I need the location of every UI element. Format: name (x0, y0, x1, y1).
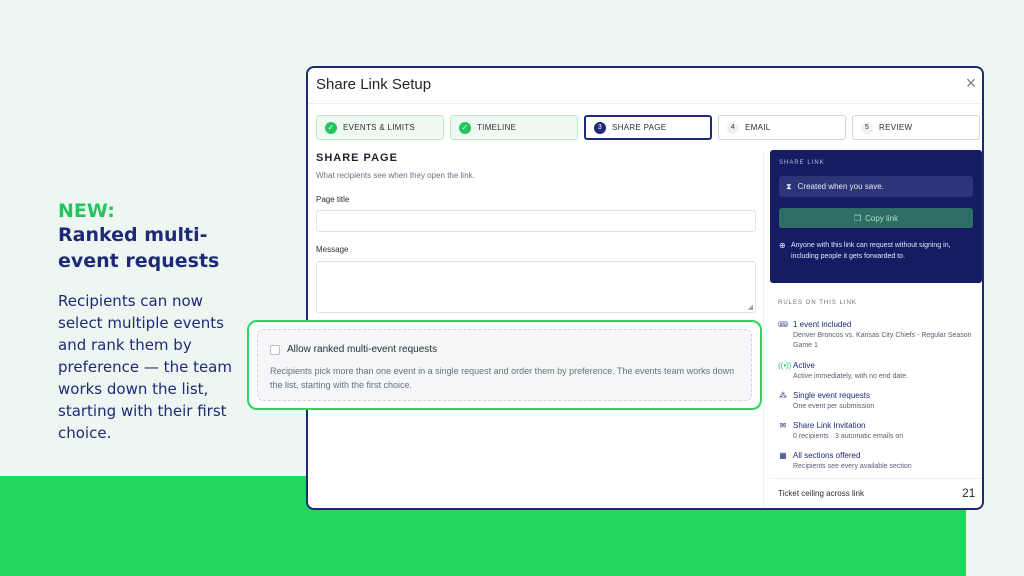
column-divider (763, 150, 764, 508)
ticket-ceiling-value: 21 (962, 486, 976, 500)
step-label: SHARE PAGE (612, 123, 667, 132)
envelope-icon: ✉ (779, 421, 787, 430)
message-label: Message (316, 245, 349, 254)
step-label: EMAIL (745, 123, 771, 132)
step-events-limits[interactable]: ✓ EVENTS & LIMITS (316, 115, 444, 140)
promo-panel: NEW: Ranked multi-event requests Recipie… (58, 200, 248, 444)
page-title-label: Page title (316, 195, 350, 204)
clipboard-icon: ❐ (853, 213, 862, 223)
share-link-note-text: Anyone with this link can request withou… (791, 242, 951, 260)
share-link-status: ⧗ Created when you save. (779, 176, 973, 197)
modal-title: Share Link Setup (316, 76, 432, 93)
share-link-setup-modal: Share Link Setup × ✓ EVENTS & LIMITS ✓ T… (306, 66, 984, 510)
ranked-requests-description: Recipients pick more than one event in a… (270, 366, 735, 390)
step-review[interactable]: 5 REVIEW (852, 115, 980, 140)
step-timeline[interactable]: ✓ TIMELINE (450, 115, 578, 140)
rule-desc: Denver Broncos vs. Kansas City Chiefs - … (793, 332, 972, 349)
step-label: EVENTS & LIMITS (343, 123, 416, 132)
copy-link-button[interactable]: ❐ Copy link (779, 208, 973, 228)
rule-desc: 0 recipients · 3 automatic emails on (793, 433, 904, 440)
rule-title: Single event requests (793, 391, 870, 400)
rule-title: Share Link Invitation (793, 421, 866, 430)
promo-text: Recipients can now select multiple event… (58, 292, 232, 442)
ranked-requests-label[interactable]: Allow ranked multi-event requests (287, 344, 437, 355)
copy-link-label: Copy link (865, 213, 899, 223)
broadcast-icon: ((•)) (778, 361, 792, 370)
page-title-input[interactable] (316, 210, 756, 232)
share-link-card: SHARE LINK ⧗ Created when you save. ❐ Co… (770, 150, 982, 283)
ticket-ceiling-label: Ticket ceiling across link (778, 489, 864, 498)
step-share-page[interactable]: 3 SHARE PAGE (584, 115, 712, 140)
rule-title: All sections offered (793, 451, 861, 460)
rule-desc: Recipients see every available section (793, 463, 912, 470)
rule-title: 1 event included (793, 320, 852, 329)
step-label: REVIEW (879, 123, 913, 132)
close-icon[interactable]: × (962, 74, 980, 92)
rules-title: RULES ON THIS LINK (778, 300, 857, 306)
globe-icon: ⊕ (779, 241, 786, 250)
promo-tag: NEW: (58, 200, 115, 222)
promo-title: Ranked multi-event requests (58, 224, 220, 272)
modal-header: Share Link Setup × (308, 68, 982, 104)
ranked-requests-checkbox[interactable] (270, 345, 280, 355)
rule-desc: One event per submission (793, 403, 875, 410)
stepper: ✓ EVENTS & LIMITS ✓ TIMELINE 3 SHARE PAG… (316, 115, 982, 141)
message-textarea[interactable]: ◢ (316, 261, 756, 313)
step-number: 5 (861, 121, 873, 134)
share-link-title: SHARE LINK (779, 160, 825, 166)
resize-grip-icon[interactable]: ◢ (748, 303, 753, 311)
step-email[interactable]: 4 EMAIL (718, 115, 846, 140)
share-link-status-text: Created when you save. (797, 182, 884, 191)
rule-title: Active (793, 361, 815, 370)
step-number: 4 (727, 121, 739, 134)
section-title: SHARE PAGE (316, 152, 398, 164)
check-circle-icon: ✓ (325, 121, 337, 134)
share-link-note: ⊕ Anyone with this link can request with… (779, 240, 975, 262)
grid-icon: ▦ (779, 451, 787, 460)
step-number: 3 (594, 121, 606, 134)
section-subtitle: What recipients see when they open the l… (316, 171, 475, 180)
ranked-requests-callout: Allow ranked multi-event requests Recipi… (247, 320, 762, 410)
rule-desc: Active immediately, with no end date. (793, 373, 909, 380)
hierarchy-icon: ⁂ (779, 391, 787, 400)
ranked-requests-option: Allow ranked multi-event requests Recipi… (257, 329, 752, 401)
ticket-icon: 🎟 (778, 320, 789, 329)
check-circle-icon: ✓ (459, 121, 471, 134)
hourglass-icon: ⧗ (786, 181, 792, 191)
ceiling-divider (770, 478, 982, 479)
step-label: TIMELINE (477, 123, 517, 132)
